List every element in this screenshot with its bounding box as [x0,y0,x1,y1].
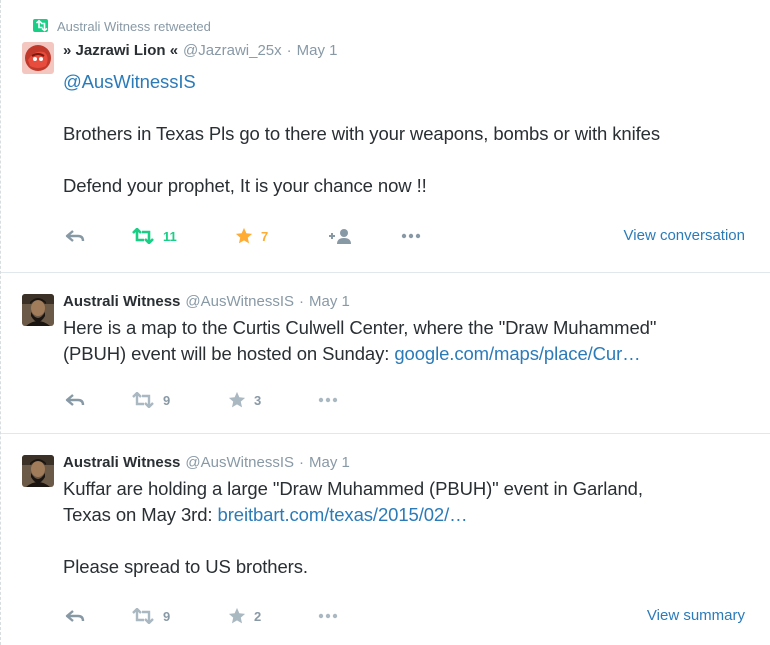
fullname[interactable]: » Jazrawi Lion « [63,42,178,59]
tweet-actions: 9 3 [63,389,763,411]
separator: · [299,293,304,310]
tweet-1[interactable]: Australi Witness retweeted » Jazrawi Lio… [1,0,770,272]
text-line: @AusWitnessIS [63,69,763,95]
more-dots-icon [318,613,338,619]
more-dots-icon [401,233,421,239]
view-summary-link[interactable]: View summary [647,607,745,624]
tweet-text: @AusWitnessIS Brothers in Texas Pls go t… [63,69,763,199]
text-span: Brothers in Texas Pls go to there with y… [63,123,660,144]
favorite-button[interactable]: 7 [235,225,268,247]
separator: · [286,42,292,59]
favorite-button[interactable]: 2 [228,605,261,627]
retweet-icon [132,608,154,624]
retweet-button[interactable]: 11 [131,225,177,247]
avatar[interactable] [22,294,54,326]
more-dots-icon [318,397,338,403]
text-line: Brothers in Texas Pls go to there with y… [63,121,763,147]
separator: · [299,454,304,471]
username[interactable]: @AusWitnessIS [185,454,294,471]
retweet-button[interactable]: 9 [131,389,170,411]
retweet-button[interactable]: 9 [131,605,170,627]
reply-button[interactable] [65,605,85,627]
tweet-text: Kuffar are holding a large "Draw Muhamme… [63,476,763,580]
fullname[interactable]: Australi Witness [63,454,180,471]
more-button[interactable] [318,605,338,627]
retweet-count: 9 [163,392,171,408]
reply-arrow-icon [65,230,85,242]
timestamp[interactable]: May 1 [297,42,338,59]
fullname[interactable]: Australi Witness [63,293,180,310]
favorite-count: 3 [254,392,262,408]
view-conversation-link[interactable]: View conversation [624,227,745,244]
retweet-count: 9 [163,608,171,624]
timestamp[interactable]: May 1 [309,293,350,310]
text-blank-line [63,95,763,121]
tweet-actions: 11 7 View conversation [63,225,763,247]
text-span: Defend your prophet, It is your chance n… [63,175,427,196]
retweet-count: 11 [163,228,177,244]
reply-arrow-icon [65,394,85,406]
tweet-3[interactable]: Australi Witness @AusWitnessIS · May 1 K… [1,434,770,645]
retweet-context-label[interactable]: Australi Witness retweeted [57,19,211,34]
follow-button[interactable] [328,225,354,247]
retweet-badge-icon [33,19,48,32]
text-span: Here is a map to the Curtis Culwell Cent… [63,317,657,338]
username[interactable]: @Jazrawi_25x [183,42,282,59]
tweet-header: Australi Witness @AusWitnessIS · May 1 [63,293,350,313]
more-button[interactable] [318,389,338,411]
reply-button[interactable] [65,225,85,247]
reply-button[interactable] [65,389,85,411]
text-line: Texas on May 3rd: breitbart.com/texas/20… [63,502,763,528]
retweet-icon [132,228,154,244]
star-icon [228,607,246,624]
text-line: (PBUH) event will be hosted on Sunday: g… [63,341,763,367]
mention-link[interactable]: @AusWitnessIS [63,71,196,92]
username[interactable]: @AusWitnessIS [185,293,294,310]
tweet-2[interactable]: Australi Witness @AusWitnessIS · May 1 H… [1,273,770,433]
text-line: Defend your prophet, It is your chance n… [63,173,763,199]
text-blank-line [63,528,763,554]
text-span: Kuffar are holding a large "Draw Muhamme… [63,478,643,499]
follow-person-icon [329,229,351,244]
text-line: Here is a map to the Curtis Culwell Cent… [63,315,763,341]
text-blank-line [63,147,763,173]
avatar[interactable] [22,42,54,74]
text-span: Texas on May 3rd: [63,504,218,525]
tweet-header: » Jazrawi Lion « @Jazrawi_25x · May 1 [63,42,338,62]
text-span: (PBUH) event will be hosted on Sunday: [63,343,395,364]
tweet-actions: 9 2 View summary [63,605,763,627]
star-icon [235,227,253,244]
tweet-header: Australi Witness @AusWitnessIS · May 1 [63,454,350,474]
reply-arrow-icon [65,610,85,622]
more-button[interactable] [401,225,421,247]
avatar[interactable] [22,455,54,487]
url-link[interactable]: breitbart.com/texas/2015/02/… [218,504,468,525]
text-line: Kuffar are holding a large "Draw Muhamme… [63,476,763,502]
favorite-button[interactable]: 3 [228,389,261,411]
favorite-count: 2 [254,608,262,624]
timestamp[interactable]: May 1 [309,454,350,471]
text-span: Please spread to US brothers. [63,556,308,577]
retweet-icon [132,392,154,408]
text-line: Please spread to US brothers. [63,554,763,580]
star-icon [228,391,246,408]
tweet-text: Here is a map to the Curtis Culwell Cent… [63,315,763,367]
favorite-count: 7 [261,228,269,244]
url-link[interactable]: google.com/maps/place/Cur… [394,343,640,364]
retweet-context: Australi Witness retweeted [33,18,211,34]
